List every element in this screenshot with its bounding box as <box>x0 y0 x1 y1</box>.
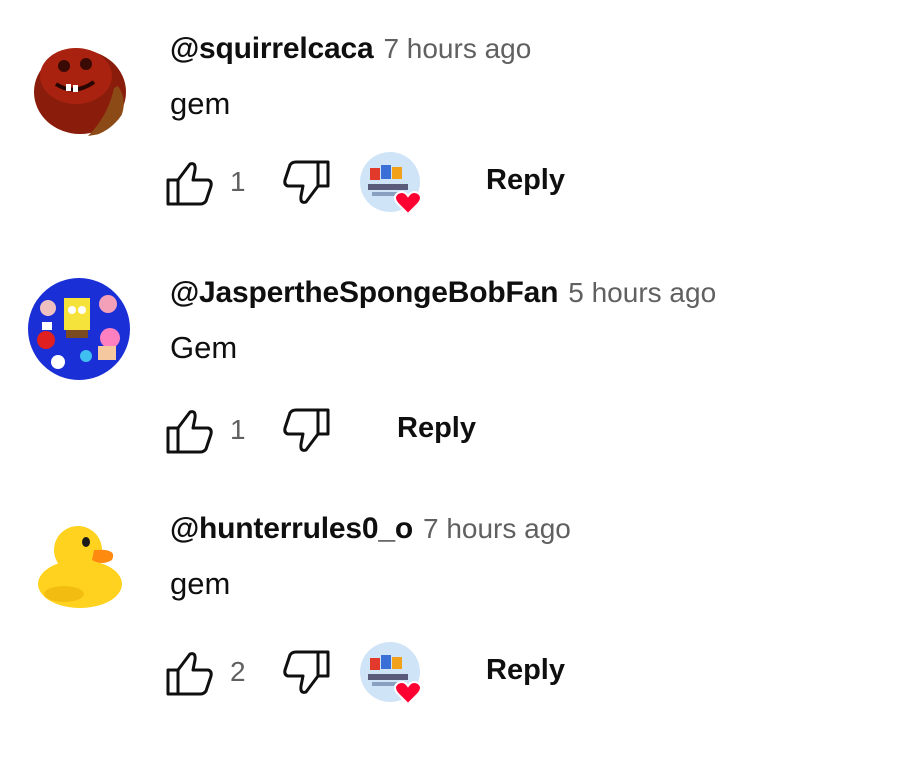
thumbs-up-icon <box>166 652 213 696</box>
thumbs-up-icon <box>166 162 213 206</box>
comment-text: Gem <box>170 330 238 365</box>
like-count: 1 <box>230 414 246 445</box>
comment-text: gem <box>170 86 231 121</box>
comment-actions: 1 Reply <box>164 152 764 216</box>
reply-button[interactable]: Reply <box>486 654 565 687</box>
rubber-duck-icon <box>28 514 130 616</box>
comment-actions: 1 Reply <box>164 400 764 462</box>
dislike-button[interactable] <box>282 648 332 698</box>
like-button[interactable] <box>164 406 214 456</box>
red-cartoon-face-icon <box>28 36 130 138</box>
comment-text: gem <box>170 566 231 601</box>
creator-heart-icon <box>360 642 422 706</box>
author-avatar[interactable] <box>28 278 130 380</box>
like-button[interactable] <box>164 648 214 698</box>
like-count: 2 <box>230 656 246 687</box>
reply-button[interactable]: Reply <box>486 164 565 197</box>
like-count: 1 <box>230 166 246 197</box>
dislike-button[interactable] <box>282 158 332 208</box>
creator-heart-badge <box>360 642 424 706</box>
author-name[interactable]: @JaspertheSpongeBobFan <box>170 276 558 309</box>
comment-header: @JaspertheSpongeBobFan 5 hours ago <box>170 276 716 310</box>
author-name[interactable]: @hunterrules0_o <box>170 512 413 545</box>
author-name[interactable]: @squirrelcaca <box>170 32 374 65</box>
dislike-button[interactable] <box>282 406 332 456</box>
author-avatar[interactable] <box>28 514 130 616</box>
author-avatar[interactable] <box>28 36 130 138</box>
creator-heart-icon <box>360 152 422 216</box>
thumbs-down-icon <box>283 408 330 452</box>
like-button[interactable] <box>164 158 214 208</box>
comment-timestamp[interactable]: 7 hours ago <box>423 513 571 544</box>
creator-heart-badge <box>360 152 424 216</box>
comment-timestamp[interactable]: 5 hours ago <box>568 277 716 308</box>
comment-header: @squirrelcaca 7 hours ago <box>170 32 531 66</box>
comment-timestamp[interactable]: 7 hours ago <box>383 33 531 64</box>
thumbs-up-icon <box>166 410 213 454</box>
comment-actions: 2 Reply <box>164 642 764 706</box>
cartoon-collage-icon <box>28 278 130 380</box>
thumbs-down-icon <box>283 160 330 204</box>
reply-button[interactable]: Reply <box>397 412 476 445</box>
comment-header: @hunterrules0_o 7 hours ago <box>170 512 571 546</box>
thumbs-down-icon <box>283 650 330 694</box>
